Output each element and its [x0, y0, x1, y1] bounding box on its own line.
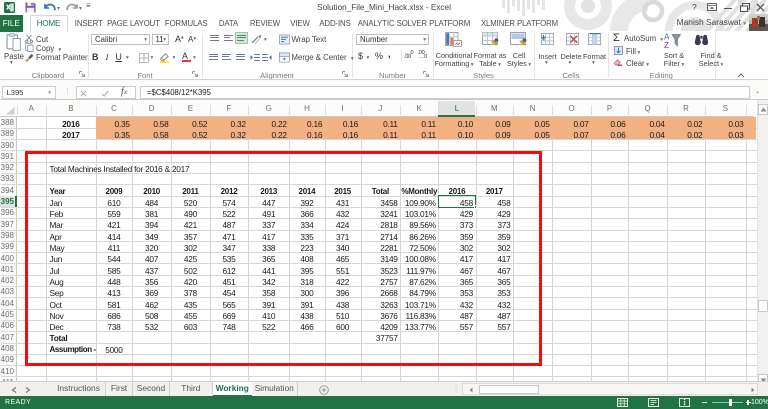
svg-text:Z: Z [664, 41, 669, 49]
